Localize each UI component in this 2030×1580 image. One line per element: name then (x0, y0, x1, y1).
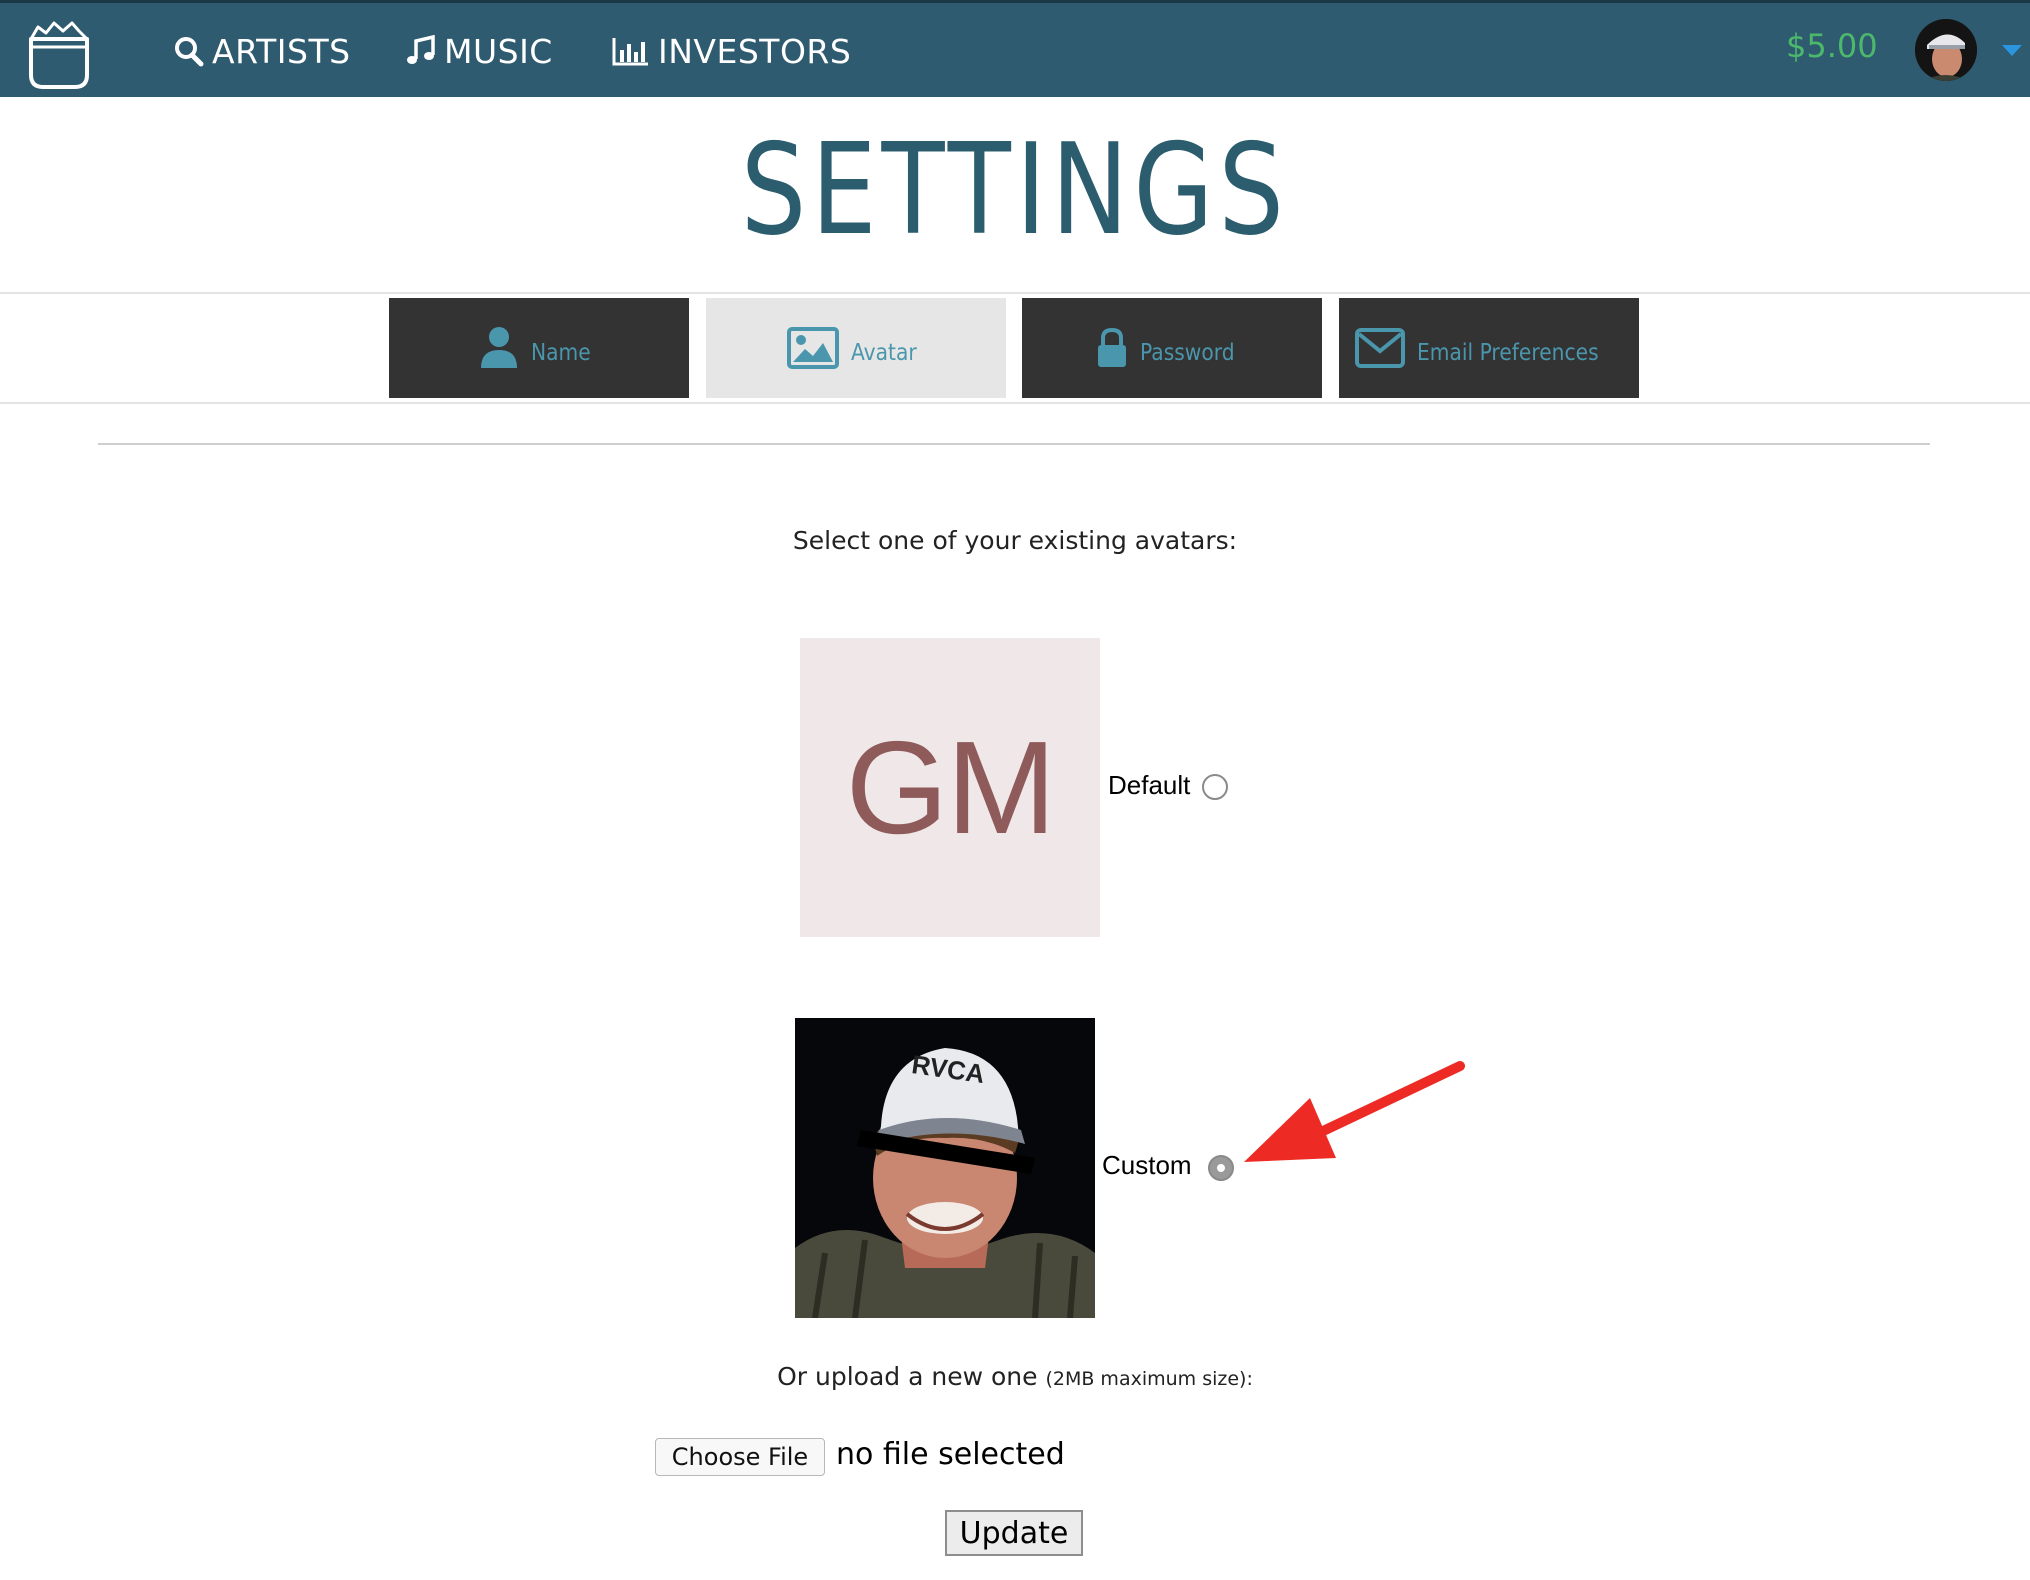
tab-avatar[interactable]: Avatar (706, 298, 1006, 398)
user-avatar[interactable] (1915, 19, 1977, 81)
bucket-logo-icon[interactable] (26, 17, 92, 91)
header-divider (0, 292, 2030, 294)
search-icon (175, 37, 204, 67)
nav-item-label: ARTISTS (212, 31, 351, 71)
default-avatar-initials: GM (845, 714, 1057, 861)
image-icon (786, 327, 839, 369)
lock-icon (1098, 327, 1127, 367)
default-avatar-label: Default (1108, 770, 1191, 800)
upload-text: Or upload a new one (777, 1362, 1038, 1391)
default-avatar[interactable]: GM (800, 638, 1100, 937)
nav-item-artists[interactable]: ARTISTS (174, 25, 351, 77)
tab-label: Avatar (850, 340, 917, 366)
custom-avatar-image: RVCA (795, 1018, 1095, 1319)
tab-label: Email Preferences (1416, 340, 1599, 366)
avatar-select-prompt: Select one of your existing avatars: (792, 526, 1238, 555)
custom-avatar-photo[interactable]: RVCA (795, 1018, 1095, 1319)
tab-name[interactable]: Name (389, 298, 689, 398)
account-dropdown-caret[interactable] (2002, 45, 2022, 56)
file-status: no file selected (836, 1437, 1065, 1472)
section-divider (98, 443, 1930, 445)
user-icon (481, 327, 518, 368)
page-title: SETTINGS (740, 116, 1289, 263)
choose-file-button[interactable]: Choose File (655, 1438, 825, 1476)
nav-item-music[interactable]: MUSIC (406, 25, 553, 77)
tab-label: Name (531, 340, 591, 366)
update-button[interactable]: Update (945, 1510, 1083, 1556)
custom-avatar-radio[interactable] (1208, 1155, 1234, 1181)
upload-prompt: Or upload a new one (2MB maximum size): (0, 1362, 2030, 1391)
nav-item-label: MUSIC (444, 31, 553, 71)
red-arrow-annotation (1244, 1061, 1465, 1162)
user-avatar-photo (1915, 19, 1977, 81)
account-balance: $5.00 (1786, 27, 1878, 65)
tab-label: Password (1140, 340, 1235, 366)
nav-item-investors[interactable]: INVESTORS (612, 25, 851, 77)
tabs-divider (0, 402, 2030, 404)
upload-size-note: (2MB maximum size): (1045, 1368, 1253, 1390)
default-avatar-radio[interactable] (1202, 774, 1228, 800)
envelope-icon (1354, 328, 1405, 368)
tab-password[interactable]: Password (1022, 298, 1322, 398)
custom-avatar-label: Custom (1102, 1150, 1192, 1180)
top-navigation-bar: ARTISTS MUSIC INVESTORS $5.00 (0, 0, 2030, 97)
tab-email-preferences[interactable]: Email Preferences (1339, 298, 1639, 398)
nav-item-label: INVESTORS (658, 31, 852, 71)
bar-chart-icon (612, 38, 648, 66)
music-note-icon (407, 35, 435, 64)
